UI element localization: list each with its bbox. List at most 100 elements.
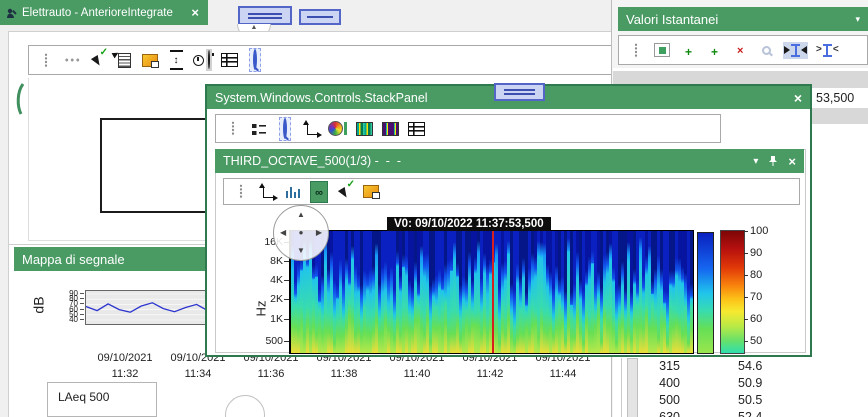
spectrum-slice-strip — [697, 232, 714, 354]
nav-pad[interactable]: ▲ ▼ ◀ ▶ ● — [273, 205, 329, 261]
overflow-grip-icon[interactable] — [224, 118, 242, 140]
valori-scrollbar[interactable] — [627, 358, 638, 417]
freq-cell[interactable]: 315 — [638, 359, 680, 373]
remove-cursor-icon[interactable]: × — [731, 39, 749, 61]
tab-title: Elettrauto - AnterioreIntegrate — [22, 7, 188, 19]
spectrogram-y-tick: 2K — [253, 293, 283, 305]
spectrogram-y-tick: 500 — [253, 335, 283, 347]
mappa-x-time: 11:32 — [112, 368, 139, 380]
layout-button-2[interactable] — [299, 9, 341, 25]
colorbar-tick-mark — [744, 275, 748, 276]
mappa-x-date: 09/10/2021 — [97, 352, 152, 364]
window-close-icon[interactable]: × — [794, 90, 802, 106]
export-image-icon[interactable] — [362, 181, 380, 203]
overflow-grip-icon[interactable] — [232, 181, 250, 203]
more-options-icon[interactable] — [63, 49, 81, 71]
layout-button-3[interactable] — [494, 83, 545, 101]
third-octave-header[interactable]: THIRD_OCTAVE_500(1/3) - - - ▾ × — [215, 149, 804, 173]
zoom-region-icon[interactable] — [246, 49, 264, 71]
mappa-y-tick-mark — [80, 314, 84, 315]
chevron-up-icon: ▲ — [251, 24, 258, 31]
value-cell[interactable]: 50.9 — [738, 376, 762, 390]
stackpanel-window[interactable]: System.Windows.Controls.StackPanel × THI… — [205, 84, 812, 357]
spectrogram-y-tick-mark — [284, 319, 289, 320]
freq-cell[interactable]: 630 — [638, 410, 680, 417]
valori-toolbar: + + × >< — [618, 35, 868, 65]
mappa-title: Mappa di segnale — [22, 252, 125, 267]
colorbar-tick-mark — [744, 341, 748, 342]
valori-header[interactable]: Valori Istantanei ▾ — [618, 7, 868, 31]
value-cell[interactable]: 54.6 — [738, 359, 762, 373]
mappa-y-tick-mark — [80, 319, 84, 320]
colorbar-tick-mark — [744, 253, 748, 254]
layout-button-1[interactable] — [238, 6, 292, 25]
spectrogram-chart: Hz V0: 09/10/2022 11:37:53,500 ▲ ▼ ◀ ▶ ●… — [207, 205, 814, 357]
add-vertical-cursor-icon[interactable]: + — [679, 39, 697, 61]
tab-elettrauto[interactable]: Elettrauto - AnterioreIntegrate × — [0, 0, 208, 25]
mappa-x-time: 11:34 — [185, 368, 212, 380]
valori-title: Valori Istantanei — [626, 12, 718, 27]
nav-left-icon[interactable]: ◀ — [280, 229, 286, 237]
application-window: Elettrauto - AnterioreIntegrate × ▲ ✓ ↕ … — [0, 0, 868, 417]
legend-swatch-icon[interactable] — [653, 39, 671, 61]
mappa-x-time: 11:44 — [550, 368, 577, 380]
spectrogram-y-tick-mark — [284, 280, 289, 281]
axes-settings-icon[interactable] — [302, 118, 320, 140]
value-cell[interactable]: 52.4 — [738, 410, 762, 417]
layout-panels-icon[interactable] — [250, 118, 268, 140]
freq-cell[interactable]: 500 — [638, 393, 680, 407]
colorbar-tick: 60 — [750, 313, 762, 325]
data-table-icon[interactable] — [220, 49, 238, 71]
nav-center-icon[interactable]: ● — [299, 229, 304, 237]
value-cell[interactable]: 50.5 — [738, 393, 762, 407]
chevron-down-icon[interactable]: ▾ — [855, 14, 860, 25]
nav-right-icon[interactable]: ▶ — [316, 229, 322, 237]
axes-settings-icon[interactable] — [258, 181, 276, 203]
mappa-y-tick-mark — [80, 309, 84, 310]
annotation-mark — [13, 82, 27, 116]
spectrogram-view-icon[interactable] — [355, 118, 373, 140]
cursor-check-icon[interactable]: ✓ — [336, 181, 354, 203]
time-cursor-line[interactable] — [492, 231, 494, 353]
zoom-region-icon[interactable] — [276, 118, 294, 140]
nav-up-icon[interactable]: ▲ — [297, 211, 305, 219]
move-cursors-icon[interactable] — [783, 39, 808, 61]
overflow-grip-icon[interactable] — [37, 49, 55, 71]
colorbar-tick: 100 — [750, 225, 768, 237]
export-report-icon[interactable] — [115, 49, 133, 71]
spectrogram-y-tick: 1K — [253, 313, 283, 325]
bar-chart-icon[interactable] — [284, 181, 302, 203]
third-octave-toolbar: ∞ ✓ — [223, 178, 800, 205]
colorbar-tick: 80 — [750, 269, 762, 281]
add-horizontal-cursor-icon[interactable]: + — [705, 39, 723, 61]
table-gridline — [621, 358, 622, 417]
spectrogram-plot[interactable] — [289, 230, 694, 354]
colorbar-tick: 50 — [750, 335, 762, 347]
colorbar — [720, 230, 745, 354]
chevron-down-icon[interactable]: ▾ — [753, 156, 758, 167]
signal-selector[interactable]: LAeq 500 — [47, 382, 157, 417]
collapse-cursors-icon[interactable]: >< — [816, 39, 839, 61]
spectrogram-y-tick-mark — [284, 261, 289, 262]
colorbar-tick-mark — [744, 297, 748, 298]
spectrogram-alt-view-icon[interactable] — [381, 118, 399, 140]
data-table-icon[interactable] — [407, 118, 425, 140]
panel-close-icon[interactable]: × — [788, 154, 796, 169]
mappa-y-axis-label: dB — [31, 296, 47, 313]
nav-down-icon[interactable]: ▼ — [297, 247, 305, 255]
link-axes-icon[interactable]: ∞ — [310, 181, 328, 203]
cursor-check-icon[interactable]: ✓ — [89, 49, 107, 71]
third-octave-title: THIRD_OCTAVE_500(1/3) - - - — [223, 154, 401, 168]
tool-person-icon — [6, 7, 18, 19]
export-image-icon[interactable] — [141, 49, 159, 71]
colorbar-tick-mark — [744, 319, 748, 320]
colorbar-tick: 90 — [750, 247, 762, 259]
overflow-grip-icon[interactable] — [627, 39, 645, 61]
time-cursors-icon[interactable] — [193, 49, 212, 71]
fit-vertical-icon[interactable]: ↕ — [167, 49, 185, 71]
tab-close-icon[interactable]: × — [188, 5, 202, 20]
freq-cell[interactable]: 400 — [638, 376, 680, 390]
color-palette-icon[interactable] — [328, 118, 347, 140]
pin-icon[interactable] — [768, 155, 778, 167]
spectrogram-y-tick: 4K — [253, 274, 283, 286]
